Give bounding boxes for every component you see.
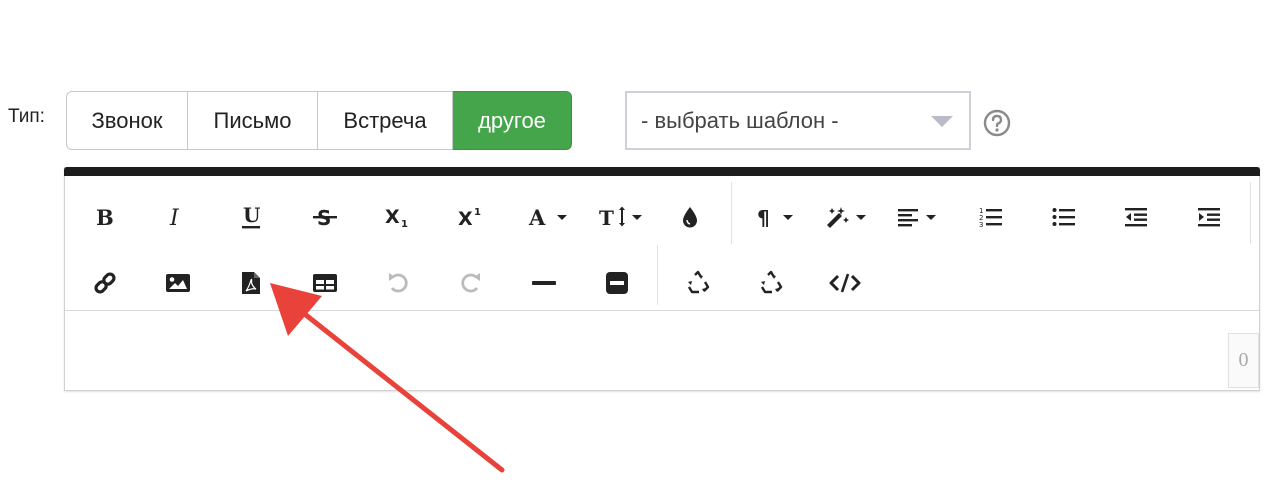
svg-text:3: 3 xyxy=(979,221,983,229)
char-counter: 0 xyxy=(1228,333,1259,388)
ordered-list-icon[interactable]: 123 xyxy=(968,194,1014,240)
svg-text:T: T xyxy=(599,206,614,229)
code-view-icon[interactable] xyxy=(822,260,868,306)
svg-text:B: B xyxy=(96,205,114,229)
image-icon[interactable] xyxy=(155,260,201,306)
help-icon[interactable] xyxy=(983,109,1011,142)
chevron-down-icon xyxy=(931,116,953,127)
type-other-button[interactable]: другое xyxy=(453,91,572,150)
outdent-icon[interactable] xyxy=(1114,194,1160,240)
italic-icon[interactable]: I xyxy=(155,194,201,240)
horizontal-rule-icon[interactable] xyxy=(521,260,567,306)
type-meeting-button[interactable]: Встреча xyxy=(318,91,453,150)
paragraph-dropdown[interactable]: ¶ xyxy=(751,194,807,240)
template-select-value: - выбрать шаблон - xyxy=(641,107,839,133)
unordered-list-icon[interactable] xyxy=(1041,194,1087,240)
bold-icon[interactable]: B xyxy=(82,194,128,240)
svg-text:I: I xyxy=(169,206,180,229)
svg-text:U: U xyxy=(243,204,260,227)
type-label: Тип: xyxy=(8,106,45,127)
pdf-file-icon[interactable] xyxy=(228,260,274,306)
redo-icon[interactable] xyxy=(448,260,494,306)
font-color-dropdown[interactable]: A xyxy=(523,194,579,240)
svg-text:1: 1 xyxy=(474,207,481,218)
svg-text:¶: ¶ xyxy=(757,206,770,229)
link-icon[interactable] xyxy=(82,260,128,306)
toolbar-separator xyxy=(731,182,732,244)
indent-icon[interactable] xyxy=(1187,194,1233,240)
type-letter-button[interactable]: Письмо xyxy=(188,91,318,150)
remove-format-icon[interactable] xyxy=(594,260,640,306)
underline-icon[interactable]: U xyxy=(228,194,274,240)
toolbar-separator xyxy=(657,245,658,305)
svg-text:1: 1 xyxy=(401,219,408,229)
editor-content-area[interactable]: 0 xyxy=(65,310,1259,390)
undo-icon[interactable] xyxy=(375,260,421,306)
template-select[interactable]: - выбрать шаблон - xyxy=(625,91,971,150)
font-size-dropdown[interactable]: T xyxy=(595,194,651,240)
toolbar-separator xyxy=(1250,182,1251,244)
rich-text-editor: B I U S X1 X1 A T ¶ 1 2 3 0 xyxy=(64,167,1260,391)
editor-toolbar: B I U S X1 X1 A T ¶ 1 2 3 xyxy=(65,177,1259,311)
svg-text:X: X xyxy=(458,208,473,229)
subscript-icon[interactable]: X1 xyxy=(375,194,421,240)
svg-text:X: X xyxy=(385,206,400,228)
align-dropdown[interactable] xyxy=(893,194,949,240)
editor-accent-bar xyxy=(64,167,1260,176)
recycle-icon[interactable] xyxy=(675,260,721,306)
recycle-alt-icon[interactable] xyxy=(748,260,794,306)
type-button-group: Звонок Письмо Встреча другое xyxy=(66,91,572,150)
strikethrough-icon[interactable]: S xyxy=(302,194,348,240)
superscript-icon[interactable]: X1 xyxy=(448,194,494,240)
magic-style-dropdown[interactable] xyxy=(821,194,877,240)
table-icon[interactable] xyxy=(302,260,348,306)
highlight-color-icon[interactable] xyxy=(667,194,713,240)
svg-text:A: A xyxy=(528,205,546,229)
type-call-button[interactable]: Звонок xyxy=(66,91,188,150)
